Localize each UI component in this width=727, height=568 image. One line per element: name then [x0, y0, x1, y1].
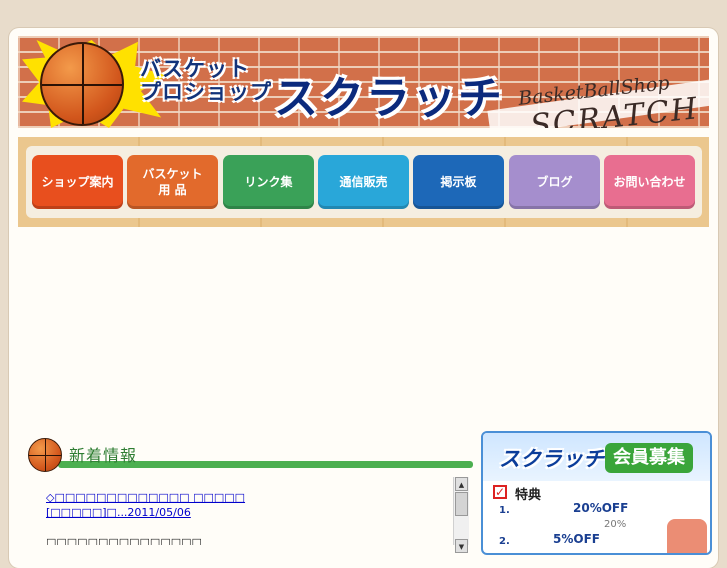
perk-label: 特典: [515, 488, 542, 503]
scroll-thumb[interactable]: [455, 492, 468, 516]
perk-row-value: 20%OFF: [573, 501, 629, 515]
member-header: スクラッチ 会員募集: [483, 433, 710, 481]
news-item-date[interactable]: [□□□□□]□...2011/05/06: [46, 506, 191, 519]
scroll-down-arrow-icon[interactable]: ▼: [455, 539, 468, 553]
member-recruitment-box[interactable]: スクラッチ 会員募集 ✓ 特典 1. 20%OFF 20% 2. 5%OFF: [481, 431, 712, 555]
news-item-link[interactable]: ◇□□□□□□□□□□□□□ □□□□□: [46, 491, 245, 504]
nav-blog-button[interactable]: ブログ: [509, 155, 600, 209]
news-item[interactable]: □□□□□□□□□□□□□□□: [46, 536, 202, 545]
nav-contact-button[interactable]: お問い合わせ: [604, 155, 695, 209]
header-banner[interactable]: バスケット プロショップ スクラッチ BasketBallShop SCRATC…: [18, 36, 709, 128]
member-title-recruit: 会員募集: [605, 443, 693, 473]
news-scrollbar[interactable]: ▲ ▼: [453, 477, 469, 553]
basketball-logo-icon: [40, 42, 124, 126]
member-illustration: [667, 519, 707, 553]
scroll-up-arrow-icon[interactable]: ▲: [455, 477, 468, 491]
news-list: ◇□□□□□□□□□□□□□ □□□□□ [□□□□□]□...2011/05/…: [44, 477, 468, 545]
perk-row-subtext: 20%: [604, 519, 627, 530]
news-heading-label: 新着情報: [69, 446, 138, 465]
basketball-icon: [28, 438, 62, 472]
perk-row-number: 1.: [499, 505, 510, 516]
nav-shop-info-button[interactable]: ショップ案内: [32, 155, 123, 209]
subtitle-line1: バスケット: [140, 57, 250, 81]
nav-basket-goods-button[interactable]: バスケット 用 品: [127, 155, 218, 209]
nav-mail-order-button[interactable]: 通信販売: [318, 155, 409, 209]
member-title-shop: スクラッチ: [499, 447, 604, 471]
shop-subtitle: バスケット プロショップ: [140, 58, 272, 104]
subtitle-line2: プロショップ: [140, 80, 272, 104]
perk-row-number: 2.: [499, 536, 510, 547]
shop-title: スクラッチ: [274, 73, 504, 124]
perk-row-value: 5%OFF: [553, 532, 600, 546]
nav-links-button[interactable]: リンク集: [223, 155, 314, 209]
check-icon: ✓: [493, 485, 507, 499]
news-heading: 新着情報: [28, 438, 473, 472]
nav-bbs-button[interactable]: 掲示板: [413, 155, 504, 209]
